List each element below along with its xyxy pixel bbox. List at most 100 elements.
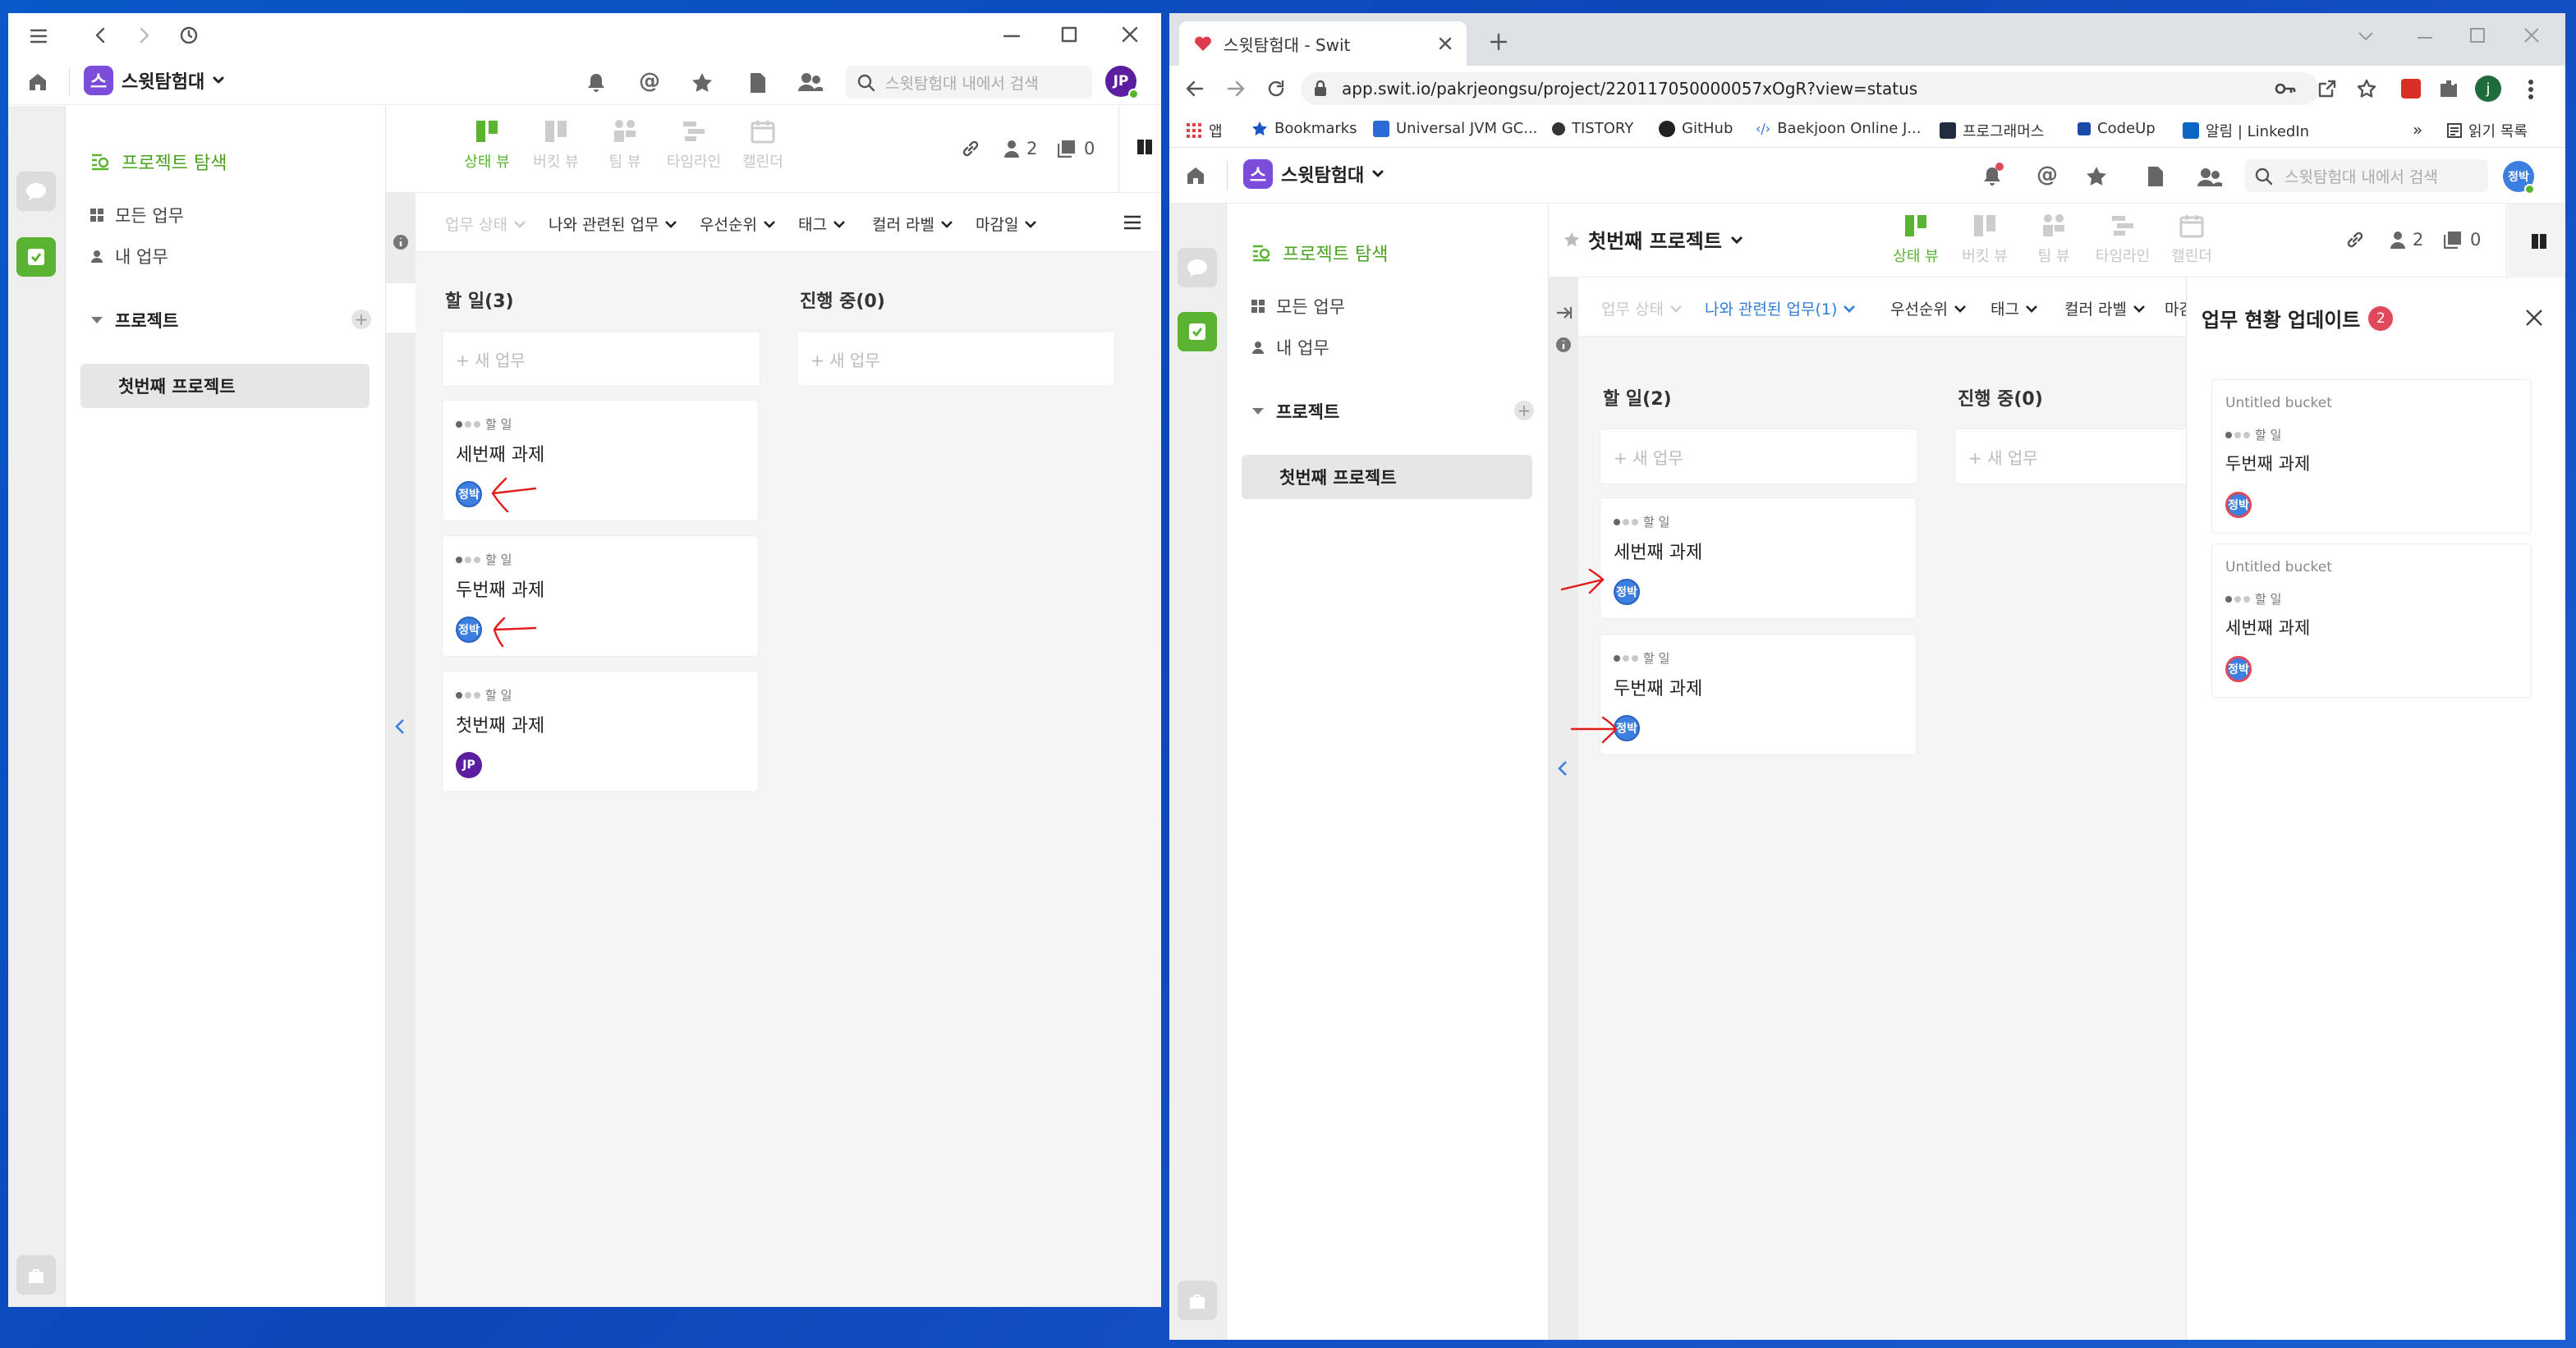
sidebar-item-first-project[interactable]: 첫번째 프로젝트	[1242, 455, 1532, 499]
url-field[interactable]: app.swit.io/pakrjeongsu/project/22011705…	[1301, 72, 2319, 105]
update-card[interactable]: Untitled bucket 할 일 세번째 과제 정박	[2211, 543, 2532, 698]
tab-bucket-view[interactable]: 버킷 뷰	[527, 117, 585, 172]
info-icon[interactable]	[1555, 337, 1572, 353]
apps-rail-button[interactable]	[16, 1255, 56, 1295]
filter-related-tasks[interactable]: 나와 관련된 업무	[549, 213, 677, 235]
my-tasks-link[interactable]: 내 업무	[90, 244, 168, 268]
link-icon[interactable]	[2345, 230, 2365, 251]
projects-section-header[interactable]: 프로젝트	[1251, 399, 1339, 424]
filter-color-label[interactable]: 컬러 라벨	[872, 213, 953, 235]
panel-toggle-icon[interactable]	[2531, 233, 2547, 250]
mention-icon[interactable]: @	[639, 69, 660, 94]
update-card[interactable]: Untitled bucket 할 일 두번째 과제 정박	[2211, 379, 2532, 534]
bell-icon[interactable]	[586, 72, 606, 94]
link-icon[interactable]	[961, 139, 980, 160]
file-icon[interactable]	[2147, 166, 2165, 187]
filter-related-tasks[interactable]: 나와 관련된 업무(1)	[1705, 297, 1856, 319]
all-tasks-link[interactable]: 모든 업무	[1251, 294, 1345, 319]
bookmark-star-icon[interactable]	[2357, 79, 2376, 99]
tab-status-view[interactable]: 상태 뷰	[458, 117, 516, 172]
add-project-button[interactable]: +	[1514, 401, 1534, 420]
filter-priority[interactable]: 우선순위	[1890, 297, 1966, 319]
filter-due-date[interactable]: 마감일	[976, 213, 1037, 235]
bookmark-programmers[interactable]: 프로그래머스	[1940, 120, 2044, 141]
assignee-avatar[interactable]: 정박	[456, 617, 482, 643]
new-task-input-todo[interactable]: + 새 업무	[1600, 429, 1918, 484]
bookmark-jvm-gc[interactable]: Universal JVM GC...	[1373, 120, 1537, 137]
panel-toggle-icon[interactable]	[1136, 139, 1153, 155]
assignee-avatar[interactable]: 정박	[456, 481, 482, 507]
explore-projects-link[interactable]: 프로젝트 탐색	[1251, 240, 1388, 266]
extension-icon[interactable]	[2401, 79, 2421, 99]
members-icon[interactable]	[2197, 167, 2222, 187]
assignee-avatar[interactable]: 정박	[2225, 656, 2252, 682]
filter-due-date[interactable]: 마감	[2165, 297, 2186, 319]
filter-tag[interactable]: 태그	[1991, 297, 2037, 319]
search-input[interactable]: 스윗탐험대 내에서 검색	[2245, 159, 2488, 192]
filter-task-status[interactable]: 업무 상태	[445, 213, 526, 235]
new-task-input-in-progress[interactable]: + 새 업무	[1954, 429, 2186, 484]
bookmark-bookmarks[interactable]: Bookmarks	[1251, 120, 1357, 137]
back-icon[interactable]	[1186, 80, 1204, 97]
browser-tab[interactable]: 스윗탐험대 - Swit	[1179, 21, 1467, 66]
sort-icon[interactable]	[1123, 214, 1141, 231]
close-tab-icon[interactable]	[1439, 37, 1452, 50]
assignee-avatar[interactable]: 정박	[1614, 579, 1640, 605]
explore-projects-link[interactable]: 프로젝트 탐색	[90, 149, 227, 175]
filter-color-label[interactable]: 컬러 라벨	[2064, 297, 2145, 319]
chat-rail-button[interactable]	[1178, 248, 1217, 287]
sidebar-item-first-project[interactable]: 첫번째 프로젝트	[80, 364, 370, 408]
menu-icon[interactable]	[30, 28, 48, 44]
history-icon[interactable]	[179, 25, 199, 45]
bookmark-codeup[interactable]: CodeUp	[2078, 120, 2156, 137]
filter-priority[interactable]: 우선순위	[700, 213, 775, 235]
my-tasks-link[interactable]: 내 업무	[1251, 335, 1329, 360]
bookmark-linkedin[interactable]: 알림 | LinkedIn	[2183, 120, 2309, 141]
file-count-button[interactable]: 0	[1058, 139, 1095, 158]
member-count-button[interactable]: 2	[2390, 230, 2423, 250]
share-icon[interactable]	[2317, 79, 2337, 99]
tab-timeline-view[interactable]: 타임라인	[665, 117, 723, 172]
workspace-switcher[interactable]: 스 스윗탐험대	[1243, 159, 1384, 189]
tab-calendar-view[interactable]: 캘린더	[734, 117, 792, 172]
forward-icon[interactable]	[1227, 80, 1245, 97]
info-icon[interactable]	[393, 234, 409, 250]
members-icon[interactable]	[798, 72, 823, 92]
lock-icon[interactable]	[1314, 80, 1327, 97]
bookmark-tistory[interactable]: TISTORY	[1552, 120, 1633, 137]
add-project-button[interactable]: +	[351, 309, 371, 329]
task-card[interactable]: 할 일 두번째 과제 정박	[1600, 634, 1917, 755]
bookmark-baekjoon[interactable]: ‹/› Baekjoon Online J...	[1756, 120, 1921, 137]
chat-rail-button[interactable]	[16, 172, 56, 211]
mention-icon[interactable]: @	[2036, 163, 2058, 187]
expand-right-icon[interactable]	[1556, 305, 1573, 320]
new-task-input-in-progress[interactable]: + 새 업무	[797, 331, 1115, 387]
close-panel-icon[interactable]	[2525, 309, 2543, 327]
task-card[interactable]: 할 일 세번째 과제 정박	[1600, 497, 1917, 619]
task-card[interactable]: 할 일 첫번째 과제 JP	[442, 671, 759, 792]
minimize-icon[interactable]	[2418, 36, 2432, 39]
home-icon[interactable]	[1186, 166, 1205, 186]
reading-list[interactable]: 읽기 목록	[2447, 120, 2528, 141]
all-tasks-link[interactable]: 모든 업무	[90, 203, 184, 227]
star-icon[interactable]	[2086, 166, 2107, 187]
workspace-switcher[interactable]: 스 스윗탐험대	[84, 66, 224, 95]
minimize-icon[interactable]	[1003, 34, 1020, 38]
tasks-rail-button[interactable]	[1178, 312, 1217, 351]
tab-team-view[interactable]: 팀 뷰	[596, 117, 654, 172]
home-icon[interactable]	[28, 72, 48, 92]
bookmark-apps[interactable]: 앱	[1186, 120, 1223, 141]
project-title-dropdown[interactable]: 첫번째 프로젝트	[1564, 225, 1743, 254]
tab-timeline-view[interactable]: 타임라인	[2094, 212, 2151, 266]
tab-bucket-view[interactable]: 버킷 뷰	[1956, 212, 2014, 266]
assignee-avatar[interactable]: 정박	[2225, 492, 2252, 518]
apps-rail-button[interactable]	[1178, 1281, 1217, 1320]
tab-status-view[interactable]: 상태 뷰	[1887, 212, 1945, 266]
reload-icon[interactable]	[1266, 79, 1286, 99]
assignee-avatar[interactable]: JP	[456, 752, 482, 778]
filter-tag[interactable]: 태그	[798, 213, 845, 235]
search-input[interactable]: 스윗탐험대 내에서 검색	[846, 66, 1092, 99]
file-count-button[interactable]: 0	[2444, 230, 2481, 250]
projects-section-header[interactable]: 프로젝트	[90, 308, 178, 332]
bookmark-github[interactable]: GitHub	[1659, 120, 1733, 137]
